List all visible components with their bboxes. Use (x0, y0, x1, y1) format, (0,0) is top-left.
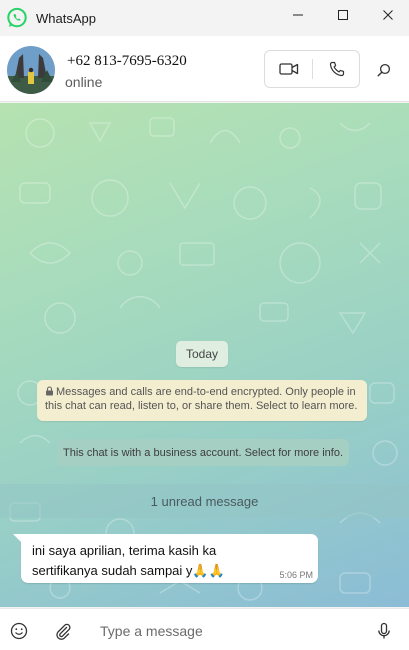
unread-messages-divider: 1 unread message (0, 484, 409, 518)
paperclip-icon[interactable] (53, 621, 73, 641)
voice-call-button[interactable] (313, 51, 360, 87)
search-icon (377, 63, 391, 77)
message-bubble[interactable]: ini saya aprilian, terima kasih ka serti… (21, 534, 318, 583)
phone-icon (329, 61, 344, 77)
date-divider: Today (176, 341, 228, 367)
maximize-icon (338, 10, 348, 20)
title-bar: WhatsApp (0, 0, 409, 36)
video-call-button[interactable] (265, 51, 312, 87)
contact-status: online (65, 74, 103, 90)
business-account-notice[interactable]: This chat is with a business account. Se… (57, 439, 349, 466)
close-icon (383, 10, 393, 20)
emoji-icon[interactable] (9, 621, 29, 641)
message-composer (0, 608, 409, 650)
app-title: WhatsApp (36, 11, 96, 26)
avatar-image (7, 46, 55, 94)
avatar[interactable] (7, 46, 55, 94)
contact-name[interactable]: +62 813-7695-6320 (67, 53, 187, 70)
lock-icon (46, 386, 53, 396)
video-camera-icon (278, 63, 298, 75)
minimize-button[interactable] (275, 0, 321, 30)
encryption-notice-text: Messages and calls are end-to-end encryp… (45, 386, 358, 412)
message-time: 5:06 PM (279, 570, 313, 580)
maximize-button[interactable] (320, 0, 366, 30)
encryption-notice[interactable]: Messages and calls are end-to-end encryp… (37, 380, 367, 421)
call-buttons (264, 50, 360, 88)
message-text: ini saya aprilian, terima kasih ka serti… (32, 543, 225, 578)
whatsapp-logo-icon (7, 7, 27, 28)
microphone-icon[interactable] (374, 621, 394, 641)
chat-area[interactable]: Today Messages and calls are end-to-end … (0, 103, 409, 607)
close-button[interactable] (365, 0, 409, 30)
search-button[interactable] (370, 56, 398, 84)
chat-header[interactable]: +62 813-7695-6320 online (0, 36, 409, 102)
minimize-icon (293, 14, 303, 16)
message-input[interactable] (90, 617, 360, 645)
